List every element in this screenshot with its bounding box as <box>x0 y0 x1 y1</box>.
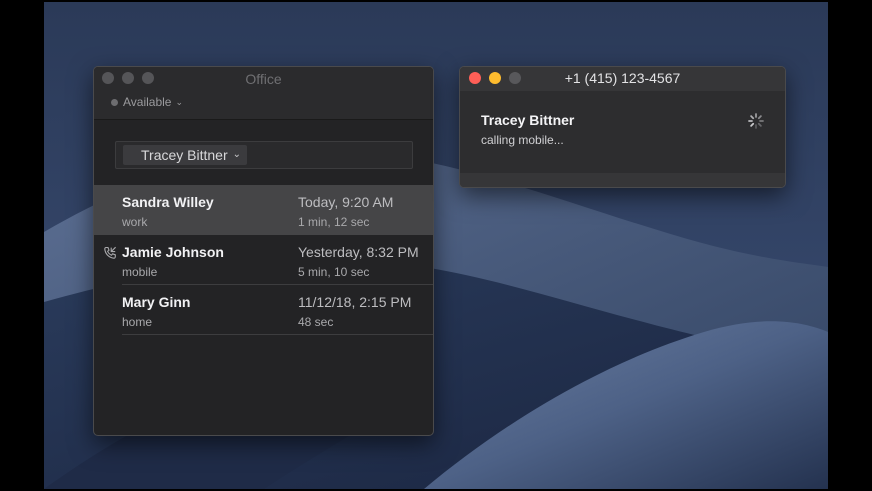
call-time: Yesterday, 8:32 PM <box>298 244 419 260</box>
call-row[interactable]: Jamie Johnson mobile Yesterday, 8:32 PM … <box>94 235 433 285</box>
chevron-down-icon[interactable]: ⌄ <box>233 145 241 165</box>
calling-titlebar[interactable]: +1 (415) 123-4567 <box>460 67 785 91</box>
call-duration: 1 min, 12 sec <box>298 215 370 229</box>
call-contact-name: Mary Ginn <box>122 294 191 310</box>
phone-incoming-icon <box>104 246 116 259</box>
call-row[interactable]: Sandra Willey work Today, 9:20 AM 1 min,… <box>94 185 433 235</box>
call-number-type: work <box>122 215 148 229</box>
status-dot-icon <box>111 98 118 106</box>
call-time: 11/12/18, 2:15 PM <box>298 294 412 310</box>
row-divider <box>122 334 433 335</box>
contact-search-field[interactable]: Tracey Bittner ⌄ <box>115 141 413 169</box>
call-status: calling mobile... <box>481 133 564 147</box>
status-selector[interactable]: Available ⌄ <box>111 95 183 109</box>
call-duration: 48 sec <box>298 315 334 329</box>
calling-window: +1 (415) 123-4567 Tracey Bittner calling… <box>459 66 786 188</box>
recent-calls-list: Sandra Willey work Today, 9:20 AM 1 min,… <box>94 185 433 335</box>
caller-name: Tracey Bittner <box>481 112 575 128</box>
window-title: Office <box>245 71 282 87</box>
chevron-down-icon: ⌄ <box>175 96 184 107</box>
call-row[interactable]: Mary Ginn home 11/12/18, 2:15 PM 48 sec <box>94 285 433 335</box>
call-contact-name: Jamie Johnson <box>122 244 224 260</box>
call-duration: 5 min, 10 sec <box>298 265 370 279</box>
call-time: Today, 9:20 AM <box>298 194 394 210</box>
calling-bottom-bar <box>460 173 785 187</box>
office-titlebar[interactable]: Office Available ⌄ <box>94 67 433 120</box>
call-number-type: home <box>122 315 153 329</box>
status-label: Available <box>123 95 172 109</box>
phone-number-title: +1 (415) 123-4567 <box>564 70 681 86</box>
contact-token-label: Tracey Bittner <box>141 147 228 163</box>
call-contact-name: Sandra Willey <box>122 194 214 210</box>
call-number-type: mobile <box>122 265 158 279</box>
loading-spinner-icon <box>748 113 764 129</box>
office-window: Office Available ⌄ Tracey Bittner ⌄ Sand… <box>93 66 434 436</box>
screen-frame: Office Available ⌄ Tracey Bittner ⌄ Sand… <box>0 0 872 491</box>
contact-token[interactable]: Tracey Bittner ⌄ <box>123 145 248 165</box>
